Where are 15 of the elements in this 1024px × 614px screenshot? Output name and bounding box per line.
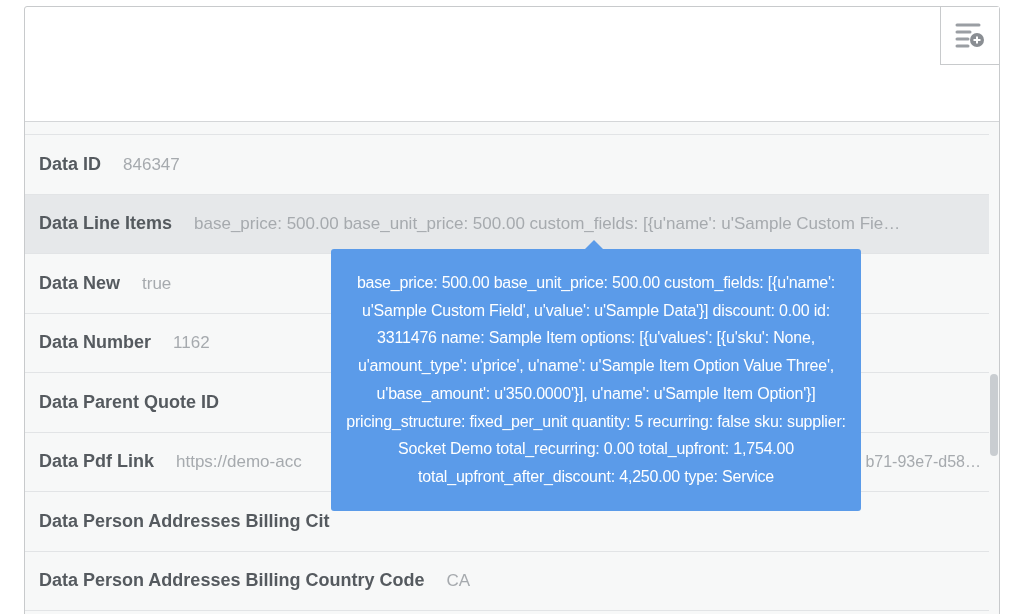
- field-label: Data Parent Quote ID: [39, 390, 220, 414]
- field-value: base_price: 500.00 base_unit_price: 500.00 custom_fields: [{u'name': u'Sample Custom Fie…: [194, 213, 901, 235]
- field-label: Data Person Addresses Billing Country Code: [39, 569, 425, 593]
- field-label: Data Pdf Link: [39, 450, 154, 474]
- field-label: Data ID: [39, 152, 101, 176]
- field-label: Data Person Addresses Billing Cit: [39, 509, 330, 533]
- field-value: CA: [446, 570, 471, 592]
- field-label: Data Number: [39, 331, 152, 355]
- field-value: https://demo-acc: [176, 451, 302, 473]
- field-value: 846347: [123, 153, 180, 176]
- field-label: Data Line Items: [39, 212, 173, 236]
- field-value: 1162: [173, 332, 210, 354]
- field-value: b71-93e7-d58…: [865, 451, 981, 472]
- field-label: Data New: [39, 271, 121, 295]
- field-value: true: [142, 272, 172, 295]
